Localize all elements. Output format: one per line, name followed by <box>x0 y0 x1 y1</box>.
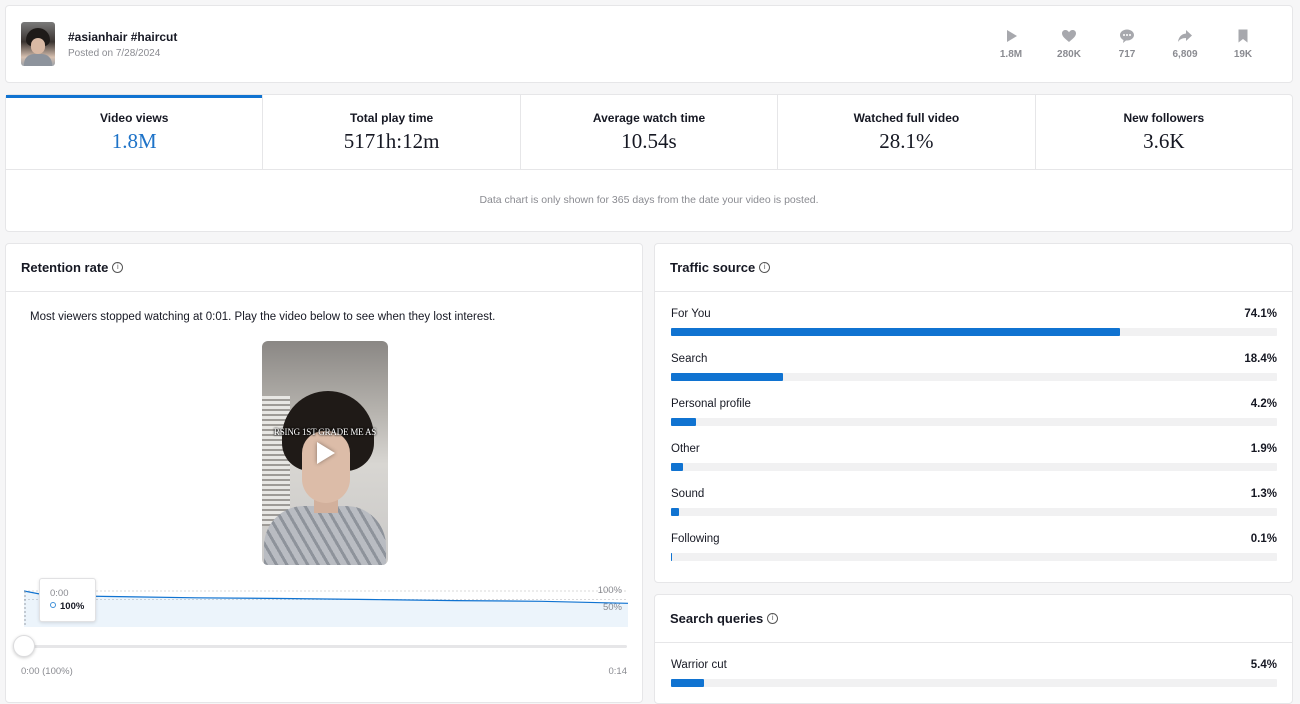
retention-title-text: Retention rate <box>21 260 109 275</box>
video-header: #asianhair #haircut Posted on 7/28/2024 … <box>5 5 1293 83</box>
metric-value: 1.8M <box>111 129 157 153</box>
tab-video-views[interactable]: Video views 1.8M <box>6 95 264 169</box>
progress-fill <box>671 373 783 381</box>
metric-label: Average watch time <box>592 111 706 125</box>
retention-message: Most viewers stopped watching at 0:01. P… <box>30 311 496 323</box>
progress-bar <box>671 328 1277 336</box>
play-icon <box>1007 30 1017 42</box>
metric-value: 10.54s <box>621 129 677 153</box>
search-query-row-name: Warrior cut <box>671 659 727 671</box>
metric-label: Video views <box>99 111 169 125</box>
progress-fill <box>671 328 1121 336</box>
progress-fill <box>671 418 697 426</box>
chart-availability-note: Data chart is only shown for 365 days fr… <box>479 194 819 206</box>
info-icon[interactable]: i <box>112 262 124 273</box>
traffic-source-row-name: Personal profile <box>671 398 751 410</box>
metric-label: Watched full video <box>853 111 960 125</box>
tooltip-time: 0:00 <box>50 588 69 599</box>
divider <box>6 291 642 292</box>
stat-value: 19K <box>1233 49 1253 60</box>
tooltip-value: 100% <box>50 601 84 612</box>
retention-tooltip: 0:00 100% <box>39 578 96 622</box>
posted-date: Posted on 7/28/2024 <box>68 48 161 59</box>
label-100-percent: 100% <box>597 585 622 596</box>
metric-value: 28.1% <box>879 129 934 153</box>
progress-bar <box>671 553 1277 561</box>
bookmark-icon <box>1238 29 1248 43</box>
traffic-source-row-name: Sound <box>671 488 705 500</box>
series-dot-icon <box>50 602 56 608</box>
comment-icon <box>1120 29 1134 43</box>
traffic-source-row-percent: 74.1% <box>1244 308 1277 320</box>
progress-fill <box>671 508 679 516</box>
info-icon[interactable]: i <box>767 613 779 624</box>
tab-watched-full-video[interactable]: Watched full video 28.1% <box>778 95 1036 169</box>
progress-bar <box>671 508 1277 516</box>
play-icon[interactable] <box>317 442 335 464</box>
retention-title: Retention rate i <box>21 260 124 275</box>
stat-plays: 1.8M <box>982 28 1040 60</box>
retention-chart[interactable] <box>24 582 628 632</box>
traffic-title-text: Traffic source <box>670 260 756 275</box>
scrubber-handle[interactable] <box>13 635 35 657</box>
traffic-source-row-name: Search <box>671 353 708 365</box>
progress-fill <box>671 553 672 561</box>
scrubber-track[interactable] <box>23 645 627 648</box>
progress-fill <box>671 679 704 687</box>
progress-bar <box>671 679 1277 687</box>
traffic-source-row-name: For You <box>671 308 711 320</box>
engagement-stats: 1.8M 280K 717 6,809 19K <box>982 28 1272 60</box>
progress-fill <box>671 463 683 471</box>
traffic-source-row-percent: 18.4% <box>1244 353 1277 365</box>
video-title: #asianhair #haircut <box>68 30 178 44</box>
retention-panel: Retention rate i Most viewers stopped wa… <box>5 243 643 703</box>
stat-saves: 19K <box>1214 28 1272 60</box>
stat-value: 717 <box>1118 49 1136 60</box>
search-queries-panel: Search queries i Warrior cut 5.4% <box>654 594 1293 704</box>
video-player[interactable]: RSING 1ST GRADE ME AS <box>262 341 388 565</box>
stat-comments: 717 <box>1098 28 1156 60</box>
stat-value: 1.8M <box>999 49 1023 60</box>
video-caption: RSING 1ST GRADE ME AS <box>273 427 377 437</box>
metric-value: 3.6K <box>1143 129 1185 153</box>
traffic-source-row-percent: 0.1% <box>1250 533 1277 545</box>
progress-bar <box>671 463 1277 471</box>
tab-new-followers[interactable]: New followers 3.6K <box>1036 95 1292 169</box>
label-50-percent: 50% <box>602 602 622 613</box>
stat-likes: 280K <box>1040 28 1098 60</box>
stat-value: 6,809 <box>1172 49 1198 60</box>
metric-label: New followers <box>1123 111 1205 125</box>
metric-label: Total play time <box>350 111 434 125</box>
metrics-panel: Video views 1.8M Total play time 5171h:1… <box>5 94 1293 232</box>
traffic-source-row-name: Other <box>671 443 700 455</box>
divider <box>655 291 1292 292</box>
progress-bar <box>671 373 1277 381</box>
time-end: 0:14 <box>608 666 628 677</box>
metric-tabs: Video views 1.8M Total play time 5171h:1… <box>6 95 1292 170</box>
search-title-text: Search queries <box>670 611 764 626</box>
traffic-source-panel: Traffic source i For You 74.1% Search 18.4%… <box>654 243 1293 583</box>
video-thumbnail[interactable] <box>21 22 55 66</box>
tooltip-value-text: 100% <box>60 601 85 612</box>
search-query-row-percent: 5.4% <box>1250 659 1277 671</box>
traffic-source-row-percent: 4.2% <box>1250 398 1277 410</box>
traffic-source-row-percent: 1.9% <box>1250 443 1277 455</box>
progress-bar <box>671 418 1277 426</box>
tab-average-watch-time[interactable]: Average watch time 10.54s <box>521 95 779 169</box>
divider <box>655 642 1292 643</box>
heart-icon <box>1062 30 1076 42</box>
traffic-source-row-name: Following <box>671 533 720 545</box>
time-start: 0:00 (100%) <box>21 666 73 677</box>
stat-value: 280K <box>1057 49 1081 60</box>
stat-shares: 6,809 <box>1156 28 1214 60</box>
metric-value: 5171h:12m <box>343 129 440 153</box>
traffic-title: Traffic source i <box>670 260 771 275</box>
share-icon <box>1178 30 1192 42</box>
traffic-source-row-percent: 1.3% <box>1250 488 1277 500</box>
info-icon[interactable]: i <box>759 262 771 273</box>
tab-total-play-time[interactable]: Total play time 5171h:12m <box>263 95 521 169</box>
search-title: Search queries i <box>670 611 779 626</box>
